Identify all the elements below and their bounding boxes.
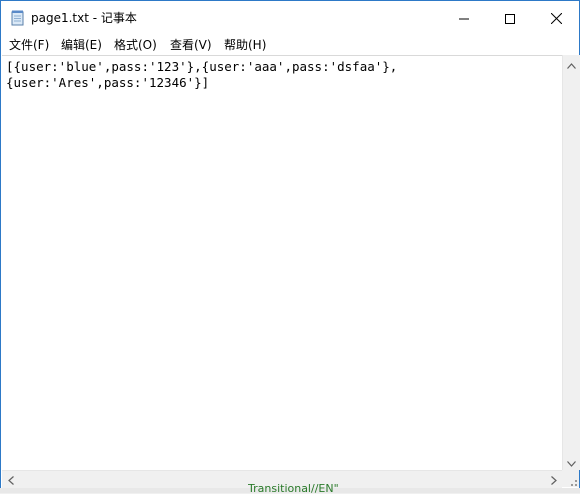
vertical-scrollbar[interactable] <box>562 55 580 470</box>
scrollbar-corner <box>562 470 579 490</box>
chevron-right-icon <box>550 470 557 489</box>
scroll-down-button[interactable] <box>563 453 580 470</box>
notepad-window: page1.txt - 记事本 文件(F) 编辑(E) 格式(O) 查看(V) … <box>0 0 580 490</box>
menu-help[interactable]: 帮助(H) <box>224 37 266 53</box>
title-bar[interactable]: page1.txt - 记事本 <box>1 1 579 35</box>
background-window-text: Transitional//EN" <box>248 482 339 493</box>
text-editor-area[interactable]: [{user:'blue',pass:'123'},{user:'aaa',pa… <box>2 55 562 470</box>
close-icon <box>550 9 562 28</box>
notepad-icon <box>11 10 25 26</box>
editor-line: {user:'Ares',pass:'12346'}] <box>6 75 210 90</box>
editor-line: [{user:'blue',pass:'123'},{user:'aaa',pa… <box>6 59 398 74</box>
chevron-left-icon <box>7 470 14 489</box>
menu-bar: 文件(F) 编辑(E) 格式(O) 查看(V) 帮助(H) <box>1 35 579 55</box>
resize-grip-icon[interactable] <box>567 475 577 490</box>
chevron-down-icon <box>567 452 576 471</box>
menu-format[interactable]: 格式(O) <box>114 37 157 53</box>
maximize-button[interactable] <box>487 1 533 35</box>
minimize-icon <box>459 9 469 28</box>
menu-edit[interactable]: 编辑(E) <box>61 37 102 53</box>
menu-view[interactable]: 查看(V) <box>170 37 212 53</box>
scroll-up-button[interactable] <box>563 55 580 72</box>
chevron-up-icon <box>567 54 576 73</box>
maximize-icon <box>505 9 515 28</box>
editor-content[interactable]: [{user:'blue',pass:'123'},{user:'aaa',pa… <box>6 59 397 91</box>
menu-file[interactable]: 文件(F) <box>9 37 49 53</box>
minimize-button[interactable] <box>441 1 487 35</box>
close-button[interactable] <box>533 1 579 35</box>
window-title: page1.txt - 记事本 <box>31 11 137 25</box>
scroll-right-button[interactable] <box>545 471 562 488</box>
scroll-left-button[interactable] <box>2 471 19 488</box>
